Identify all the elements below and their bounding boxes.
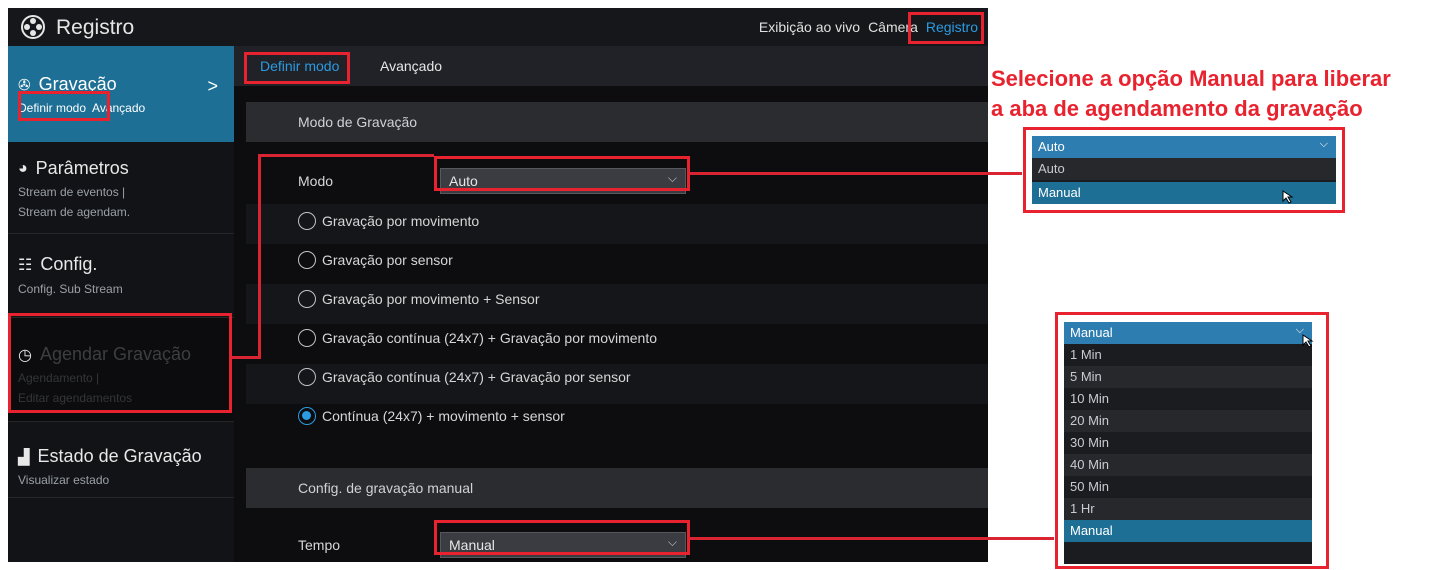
dropdown-header[interactable]: Manual ⌵ — [1064, 322, 1312, 344]
instruction-annotation: Selecione a opção Manual para liberar a … — [991, 66, 1391, 121]
radio-option-label: Gravação por sensor — [322, 252, 453, 268]
app-title: Registro — [56, 16, 135, 39]
dropdown-option[interactable]: 5 Min — [1064, 366, 1312, 388]
dropdown-option[interactable]: 50 Min — [1064, 476, 1312, 498]
sidebar-sub-stream-eventos[interactable]: Stream de eventos | — [18, 182, 130, 202]
bar-chart-icon: ▟ — [18, 448, 30, 466]
sidebar-item-config[interactable]: ☷ Config. Config. Sub Stream — [8, 234, 234, 318]
radio-circle-icon — [298, 368, 316, 386]
pie-chart-icon: ◕ — [18, 159, 28, 177]
sidebar-item-label: Estado de Gravação — [37, 446, 202, 466]
section-modo-gravacao: Modo de Gravação — [246, 102, 988, 142]
dropdown-option[interactable]: 1 Hr — [1064, 498, 1312, 520]
connector-line — [690, 537, 1054, 540]
chevron-right-icon: > — [207, 76, 218, 96]
dropdown-option[interactable]: 30 Min — [1064, 432, 1312, 454]
dropdown-header-value: Manual — [1070, 325, 1113, 340]
main-content: Definir modo Avançado Modo de Gravação M… — [234, 46, 988, 562]
dropdown-option-manual[interactable]: Manual — [1064, 520, 1312, 542]
sidebar-item-estado-gravacao[interactable]: ▟ Estado de Gravação Visualizar estado — [8, 422, 234, 498]
radio-selected-icon — [298, 407, 316, 425]
radio-option-label: Gravação por movimento + Sensor — [322, 291, 540, 307]
radio-option-label: Gravação contínua (24x7) + Gravação por … — [322, 330, 658, 346]
dropdown-option[interactable]: 20 Min — [1064, 410, 1312, 432]
highlight-definir-modo-tab — [244, 52, 350, 84]
highlight-definir-modo-sidebar — [18, 91, 110, 121]
section-config-gravacao-manual: Config. de gravação manual — [246, 468, 988, 508]
radio-option-label: Gravação por movimento — [322, 213, 480, 229]
radio-circle-icon — [298, 329, 316, 347]
top-bar: Registro Exibição ao vivo Câmera Registr… — [8, 8, 988, 46]
sidebar-sub-stream-agendam[interactable]: Stream de agendam. — [18, 202, 130, 222]
dropdown-header[interactable]: Auto ⌵ — [1032, 136, 1336, 158]
chevron-down-icon: ⌵ — [1319, 138, 1328, 150]
mouse-cursor-icon — [1302, 334, 1314, 348]
radio-circle-icon — [298, 212, 316, 230]
radio-option[interactable]: Gravação contínua (24x7) + Gravação por … — [298, 329, 657, 347]
connector-line — [258, 154, 261, 359]
screenshot-stage: Registro Exibição ao vivo Câmera Registr… — [0, 0, 1446, 570]
radio-option-label: Gravação contínua (24x7) + Gravação por … — [322, 369, 631, 385]
highlight-modo-select — [434, 156, 690, 191]
radio-option-selected[interactable]: Contínua (24x7) + movimento + sensor — [298, 407, 565, 425]
dropdown-option[interactable]: 1 Min — [1064, 344, 1312, 366]
tempo-label: Tempo — [298, 537, 341, 553]
sidebar-sub-visualizar-estado[interactable]: Visualizar estado — [18, 470, 109, 490]
sidebar-sub-config-sub-stream[interactable]: Config. Sub Stream — [18, 279, 123, 299]
connector-line — [690, 172, 1022, 175]
sidebar-item-parametros[interactable]: ◕ Parâmetros Stream de eventos | Stream … — [8, 142, 234, 234]
dropdown-option[interactable]: Auto — [1032, 158, 1336, 180]
connector-line — [258, 154, 434, 157]
nvr-app-window: Registro Exibição ao vivo Câmera Registr… — [8, 8, 988, 562]
dropdown-header-value: Auto — [1038, 139, 1065, 154]
connector-line — [232, 356, 260, 359]
tempo-dropdown-popup: Manual ⌵ 1 Min 5 Min 10 Min 20 Min 30 Mi… — [1064, 322, 1312, 564]
highlight-tempo-select — [434, 520, 690, 555]
modo-label: Modo — [298, 173, 334, 189]
radio-circle-icon — [298, 290, 316, 308]
radio-option[interactable]: Gravação por movimento — [298, 212, 479, 230]
radio-option-label: Contínua (24x7) + movimento + sensor — [322, 408, 565, 424]
tab-avancado[interactable]: Avançado — [380, 58, 442, 74]
radio-option[interactable]: Gravação contínua (24x7) + Gravação por … — [298, 368, 631, 386]
highlight-agendar-gravacao — [8, 313, 232, 413]
nav-live-view[interactable]: Exibição ao vivo — [759, 19, 860, 35]
mouse-cursor-icon — [1282, 190, 1294, 204]
radio-circle-icon — [298, 251, 316, 269]
dropdown-option[interactable]: 40 Min — [1064, 454, 1312, 476]
film-reel-icon — [21, 15, 45, 39]
radio-option[interactable]: Gravação por sensor — [298, 251, 453, 269]
highlight-registro-nav — [908, 12, 984, 44]
dropdown-option[interactable]: 10 Min — [1064, 388, 1312, 410]
sidebar: ✇ Gravação > Definir modo Avançado ◕ Par… — [8, 46, 234, 562]
sidebar-item-label: Parâmetros — [35, 158, 129, 178]
radio-option[interactable]: Gravação por movimento + Sensor — [298, 290, 540, 308]
sidebar-item-label: Config. — [40, 254, 98, 274]
grid-list-icon: ☷ — [18, 256, 33, 274]
